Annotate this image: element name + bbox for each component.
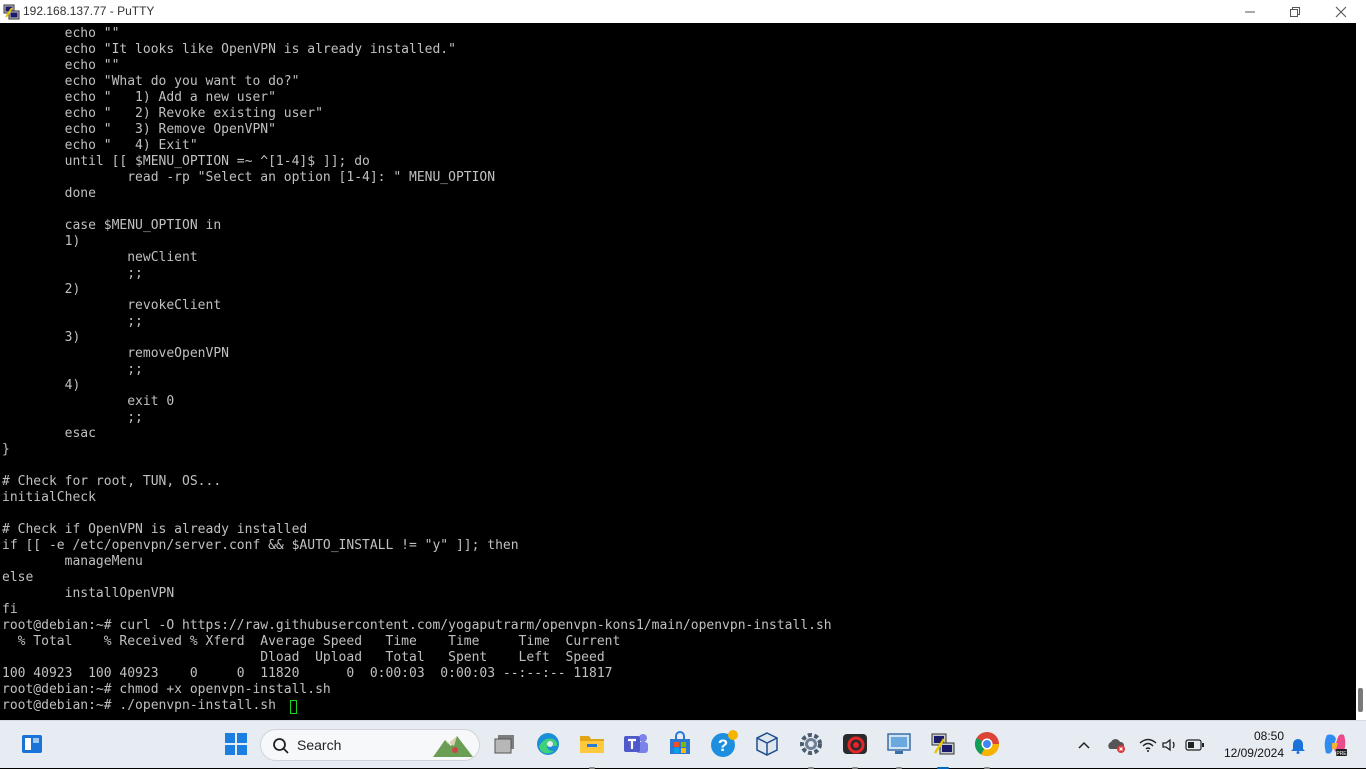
terminal-line: ;; — [2, 362, 143, 377]
terminal-line: revokeClient — [2, 298, 222, 313]
terminal-line: echo " 2) Revoke existing user" — [2, 106, 323, 121]
get-help-icon[interactable]: ? — [709, 729, 739, 759]
taskbar-search-box[interactable]: Search — [260, 729, 480, 761]
clock-date[interactable]: 12/09/2024 — [1216, 746, 1284, 760]
terminal-line: echo "" — [2, 26, 120, 41]
terminal-line: installOpenVPN — [2, 586, 175, 601]
terminal-line: else — [2, 570, 34, 585]
terminal-line: # Check for root, TUN, OS... — [2, 474, 222, 489]
terminal-line: ;; — [2, 266, 143, 281]
search-label: Search — [297, 737, 342, 753]
remote-desktop-icon[interactable] — [884, 729, 914, 769]
svg-text:?: ? — [718, 736, 728, 755]
notification-bell-icon[interactable] — [1288, 735, 1308, 755]
terminal-line: newClient — [2, 250, 198, 265]
terminal-output[interactable]: echo "" echo "It looks like OpenVPN is a… — [0, 23, 1356, 720]
edge-icon[interactable] — [533, 729, 563, 759]
virtualbox-icon[interactable] — [752, 729, 782, 759]
copilot-icon[interactable]: PRE — [1322, 731, 1348, 757]
terminal-line: ;; — [2, 314, 143, 329]
putty-icon[interactable] — [928, 729, 958, 769]
terminal-line: root@debian:~# curl -O https://raw.githu… — [2, 618, 832, 633]
terminal-cursor — [290, 700, 297, 714]
terminal-line: manageMenu — [2, 554, 143, 569]
widgets-icon[interactable] — [17, 729, 47, 759]
clock-time[interactable]: 08:50 — [1222, 729, 1284, 743]
search-icon — [273, 738, 289, 754]
file-explorer-icon[interactable] — [577, 729, 607, 769]
restore-button[interactable] — [1272, 0, 1318, 23]
terminal-line: echo "What do you want to do?" — [2, 74, 300, 89]
terminal-line: 4) — [2, 378, 81, 393]
terminal-line: echo " 1) Add a new user" — [2, 90, 276, 105]
terminal-line: echo " 4) Exit" — [2, 138, 198, 153]
settings-icon[interactable] — [796, 729, 826, 769]
terminal-line: removeOpenVPN — [2, 346, 229, 361]
taskbar: Search ? 08:50 12/09/2024 PRE — [0, 720, 1366, 769]
chrome-icon[interactable] — [972, 729, 1002, 769]
minimize-button[interactable] — [1227, 0, 1273, 23]
terminal-line: 2) — [2, 282, 81, 297]
terminal-line: root@debian:~# ./openvpn-install.sh — [2, 698, 284, 713]
terminal-line: 100 40923 100 40923 0 0 11820 0 0:00:03 … — [2, 666, 613, 681]
show-hidden-icons-chevron[interactable] — [1074, 735, 1094, 755]
terminal-line: esac — [2, 426, 96, 441]
putty-app-icon[interactable] — [3, 3, 20, 20]
terminal-line: until [[ $MENU_OPTION =~ ^[1-4]$ ]]; do — [2, 154, 370, 169]
terminal-line: root@debian:~# chmod +x openvpn-install.… — [2, 682, 331, 697]
terminal-line: fi — [2, 602, 18, 617]
terminal-line: 3) — [2, 330, 81, 345]
terminal-line: % Total % Received % Xferd Average Speed… — [2, 634, 621, 649]
teams-icon[interactable] — [621, 729, 651, 759]
terminal-line: echo " 3) Remove OpenVPN" — [2, 122, 276, 137]
window-title-bar[interactable]: 192.168.137.77 - PuTTY — [0, 0, 1366, 23]
close-button[interactable] — [1318, 0, 1364, 23]
screen-recorder-icon[interactable] — [840, 729, 870, 769]
terminal-line: echo "It looks like OpenVPN is already i… — [2, 42, 456, 57]
terminal-line: ;; — [2, 410, 143, 425]
task-view-icon[interactable] — [490, 729, 520, 759]
wifi-icon[interactable] — [1138, 735, 1158, 755]
terminal-scrollbar[interactable] — [1356, 23, 1366, 720]
terminal-line: } — [2, 442, 10, 457]
scrollbar-thumb[interactable] — [1358, 688, 1363, 712]
microsoft-store-icon[interactable] — [665, 729, 695, 759]
terminal-line: echo "" — [2, 58, 120, 73]
terminal-line: case $MENU_OPTION in — [2, 218, 222, 233]
window-title: 192.168.137.77 - PuTTY — [23, 4, 155, 18]
battery-icon[interactable] — [1185, 735, 1205, 755]
windows-start-icon[interactable] — [221, 729, 251, 759]
terminal-line: if [[ -e /etc/openvpn/server.conf && $AU… — [2, 538, 519, 553]
terminal-line: read -rp "Select an option [1-4]: " MENU… — [2, 170, 496, 185]
terminal-line: done — [2, 186, 96, 201]
search-highlight-icon — [433, 736, 473, 757]
svg-text:PRE: PRE — [1336, 751, 1347, 757]
terminal-line: Dload Upload Total Spent Left Speed — [2, 650, 605, 665]
onedrive-error-icon[interactable] — [1106, 735, 1126, 755]
terminal-line: exit 0 — [2, 394, 175, 409]
terminal-line: initialCheck — [2, 490, 96, 505]
terminal-line: # Check if OpenVPN is already installed — [2, 522, 308, 537]
volume-icon[interactable] — [1160, 735, 1180, 755]
terminal-line: 1) — [2, 234, 81, 249]
